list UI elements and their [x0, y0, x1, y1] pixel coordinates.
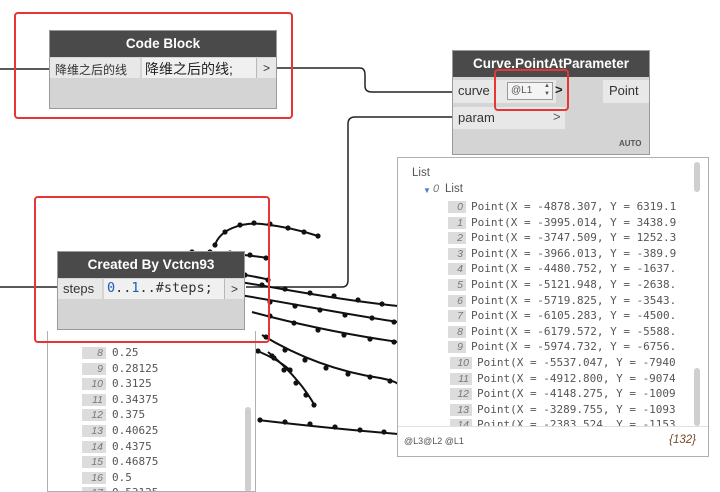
point-output-label: Point	[609, 83, 639, 98]
list-item-value: 0.28125	[112, 361, 159, 375]
list-item-index: 5	[448, 279, 466, 291]
list-item-value: Point(X = -3747.509, Y = 1252.3	[471, 231, 677, 245]
list-item-index: 12	[450, 388, 472, 401]
steps-watch-scrollbar[interactable]	[245, 407, 251, 491]
list-item-value: 0.40625	[112, 424, 159, 437]
list-item: 13 Point(X = -3289.755, Y = -1093	[398, 403, 683, 418]
list-item-value: Point(X = -3966.013, Y = -389.9	[471, 246, 677, 260]
highlight-level-selector	[494, 69, 569, 111]
list-item-index: 14	[82, 440, 106, 453]
list-item-index: 16	[82, 471, 106, 484]
list-item: 9 0.28125	[48, 362, 243, 377]
list-item: 11 Point(X = -4912.800, Y = -9074	[398, 372, 683, 387]
list-item-value: Point(X = -5719.825, Y = -3543.	[471, 293, 677, 307]
list-item-value: Point(X = -5121.948, Y = -2638.	[471, 278, 677, 291]
list-item-index: 10	[450, 357, 472, 369]
list-item-index: 13	[82, 425, 106, 437]
lacing-label[interactable]: AUTO	[619, 139, 642, 148]
list-item-index: 12	[82, 409, 106, 422]
list-item-value: 0.3125	[112, 377, 152, 391]
list-item-value: 0.5	[112, 470, 132, 484]
list-item: 6 Point(X = -5719.825, Y = -3543.	[398, 294, 683, 309]
list-item-value: Point(X = -4148.275, Y = -1009	[477, 387, 676, 401]
list-item: 9 Point(X = -5974.732, Y = -6756.	[398, 340, 683, 355]
steps-watch-panel[interactable]: 8 0.25 9 0.28125 10 0.3125 11 0.34375 12 0.375 13 0…	[47, 331, 256, 492]
list-item: 7 Point(X = -6105.283, Y = -4500.	[398, 309, 683, 324]
list-item-index: 10	[82, 378, 106, 391]
list-item-index: 7	[448, 310, 466, 323]
list-item: 17 0.53125	[48, 486, 243, 491]
list-item-index: 6	[448, 294, 466, 307]
list-item-value: Point(X = -3289.755, Y = -1093	[477, 402, 676, 416]
list-item-value: 0.34375	[112, 392, 159, 406]
param-port-arrow: >	[553, 109, 561, 124]
list-item: 4 Point(X = -4480.752, Y = -1637.	[398, 262, 683, 277]
list-item-index: 1	[448, 216, 466, 229]
list-item-value: Point(X = -5974.732, Y = -6756.	[471, 340, 677, 354]
wire-code-block-to-curve	[276, 67, 453, 93]
list-item-value: 0.46875	[112, 455, 159, 469]
list-item-index: 17	[82, 487, 106, 491]
list-watch-footer-divider	[398, 426, 708, 427]
list-item-index: 14	[450, 419, 472, 426]
list-item: 2 Point(X = -3747.509, Y = 1252.3	[398, 231, 683, 246]
list-item-index: 11	[82, 393, 106, 406]
list-levels-label: @L3@L2 @L1	[404, 436, 464, 446]
param-input-label: param	[458, 110, 495, 125]
list-watch-scrollbar[interactable]	[694, 162, 700, 192]
list-item-index: 8	[82, 347, 106, 359]
list-item-value: Point(X = -4878.307, Y = 6319.1	[471, 200, 677, 213]
list-item-value: Point(X = -3995.014, Y = 3438.9	[471, 215, 677, 229]
list-item: 13 0.40625	[48, 424, 243, 439]
list-item: 14 Point(X = -2383.524, Y = -1153	[398, 418, 683, 426]
list-item-index: 2	[448, 232, 466, 245]
highlight-code-block	[14, 12, 293, 119]
list-item-value: 0.4375	[112, 439, 152, 453]
list-item-index: 8	[448, 325, 466, 338]
list-item-value: Point(X = -6179.572, Y = -5588.	[471, 324, 677, 338]
list-item: 3 Point(X = -3966.013, Y = -389.9	[398, 247, 683, 262]
highlight-created-node	[34, 196, 270, 343]
list-item-value: Point(X = -4480.752, Y = -1637.	[471, 262, 677, 276]
list-item-value: Point(X = -5537.047, Y = -7940	[477, 356, 676, 369]
list-item: 16 0.5	[48, 471, 243, 486]
list-item-index: 4	[448, 263, 466, 276]
list-item: 12 0.375	[48, 408, 243, 423]
list-item: 15 0.46875	[48, 455, 243, 470]
list-item-index: 9	[82, 362, 106, 375]
list-item-value: Point(X = -2383.524, Y = -1153	[477, 418, 676, 426]
list-item-index: 3	[448, 247, 466, 260]
list-item: 11 0.34375	[48, 393, 243, 408]
list-item: 8 0.25	[48, 346, 243, 361]
list-watch-rows: 0 Point(X = -4878.307, Y = 6319.1 1 Point(X…	[398, 158, 683, 426]
list-item-value: 0.375	[112, 408, 146, 422]
list-item: 12 Point(X = -4148.275, Y = -1009	[398, 387, 683, 402]
list-item-value: Point(X = -6105.283, Y = -4500.	[471, 309, 677, 323]
list-item-index: 0	[448, 201, 466, 213]
list-watch-panel[interactable]: List ▼ 0 List 0 Point(X = -4878.307, Y = …	[397, 157, 709, 457]
list-item: 10 Point(X = -5537.047, Y = -7940	[398, 356, 683, 371]
list-item: 0 Point(X = -4878.307, Y = 6319.1	[398, 200, 683, 215]
list-item-value: Point(X = -4912.800, Y = -9074	[477, 371, 676, 385]
curve-input-label: curve	[458, 83, 490, 98]
list-item-index: 13	[450, 403, 472, 416]
list-watch-inner-scrollbar[interactable]	[694, 368, 700, 426]
list-item: 1 Point(X = -3995.014, Y = 3438.9	[398, 216, 683, 231]
list-item-value: 0.53125	[112, 486, 158, 491]
list-item: 14 0.4375	[48, 440, 243, 455]
list-item: 10 0.3125	[48, 377, 243, 392]
list-item: 5 Point(X = -5121.948, Y = -2638.	[398, 278, 683, 293]
list-count-badge: {132}	[669, 434, 696, 446]
list-item-index: 9	[448, 341, 466, 354]
list-item: 8 Point(X = -6179.572, Y = -5588.	[398, 325, 683, 340]
list-item-index: 15	[82, 456, 106, 469]
list-item-value: 0.25	[112, 346, 139, 359]
list-item-index: 11	[450, 372, 472, 385]
